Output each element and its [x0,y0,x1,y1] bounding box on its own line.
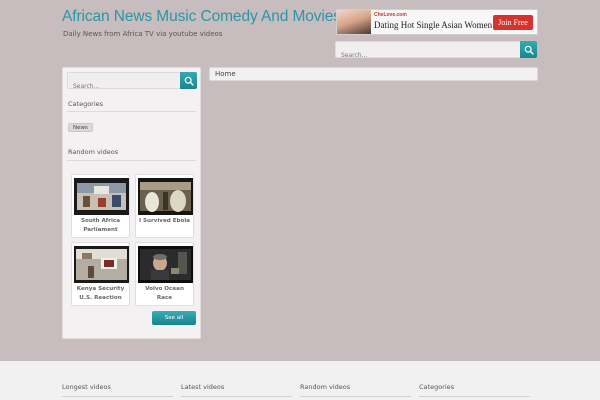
video-card[interactable]: South Africa Parliament [71,174,130,238]
footer-heading-random-videos: Random videos [300,383,351,391]
header-search-input[interactable] [336,48,536,63]
ebola-thumbnail [138,178,193,215]
divider [300,396,411,397]
header-search-button[interactable] [520,41,537,58]
random-videos-heading: Random videos [68,148,119,156]
ad-text: Dating Hot Single Asian Women [374,20,493,30]
divider [419,396,530,397]
video-title[interactable]: South Africa Parliament [73,217,128,235]
search-icon [524,45,534,55]
footer: Longest videos Latest videos Random vide… [0,361,600,400]
kenya-security-thumbnail [74,246,129,283]
video-title[interactable]: I Survived Ebola [137,217,192,226]
sidebar-search [67,72,197,94]
category-tag-news[interactable]: News [68,123,93,132]
sidebar-search-button[interactable] [180,72,197,89]
sidebar-search-input[interactable] [68,79,196,94]
divider [67,111,196,112]
ad-photo [337,10,371,34]
video-card[interactable]: Kenya Security U.S. Reaction [71,242,130,306]
video-title[interactable]: Volvo Ocean Race [137,285,192,303]
divider [67,160,196,161]
footer-heading-latest-videos: Latest videos [181,383,225,391]
volvo-ocean-race-thumbnail [138,246,193,283]
sidebar: Categories News Random videos South Afri… [62,67,201,339]
footer-heading-categories: Categories [419,383,455,391]
header-search [335,41,537,63]
divider [181,396,292,397]
ad-logo: CheLove.com [374,12,407,18]
divider [62,396,173,397]
ad-banner[interactable]: CheLove.com Dating Hot Single Asian Wome… [336,9,538,35]
video-card[interactable]: Volvo Ocean Race [135,242,194,306]
video-card[interactable]: I Survived Ebola [135,174,194,238]
breadcrumb: Home [209,67,538,81]
site-tagline: Daily News from Africa TV via youtube vi… [63,30,223,38]
ad-join-button[interactable]: Join Free [493,15,533,30]
footer-heading-longest-videos: Longest videos [62,383,111,391]
video-title[interactable]: Kenya Security U.S. Reaction [73,285,128,303]
breadcrumb-home[interactable]: Home [215,70,236,78]
categories-heading: Categories [68,100,104,108]
see-all-button[interactable]: See all [152,311,196,325]
site-title[interactable]: African News Music Comedy And Movies [62,8,341,26]
parliament-thumbnail [74,178,129,215]
search-icon [184,76,194,86]
